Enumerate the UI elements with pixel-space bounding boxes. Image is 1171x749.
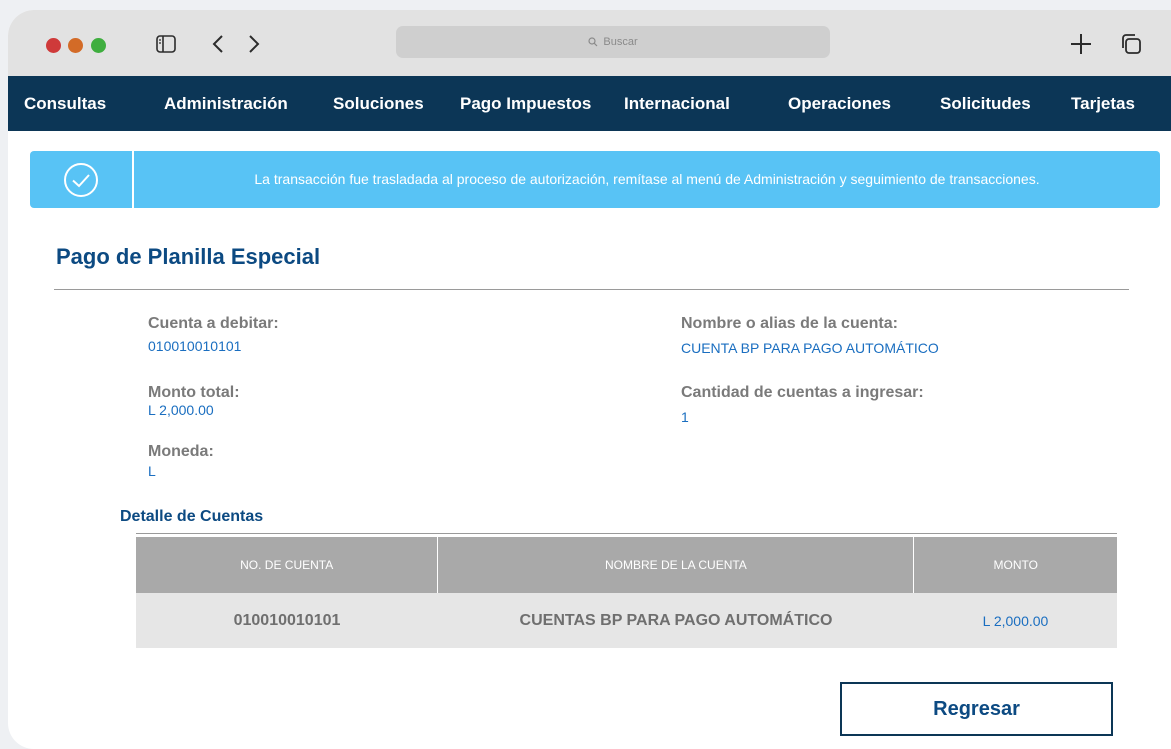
- search-icon: [588, 37, 598, 47]
- back-arrow-icon[interactable]: [208, 30, 228, 58]
- close-window-button[interactable]: [46, 38, 61, 53]
- tabs-overview-icon[interactable]: [1118, 30, 1144, 58]
- column-header-nombre-cuenta: NOMBRE DE LA CUENTA: [438, 537, 915, 593]
- nav-item-internacional[interactable]: Internacional: [624, 76, 730, 131]
- minimize-window-button[interactable]: [68, 38, 83, 53]
- browser-window: Buscar Consultas Administración Solucion…: [8, 10, 1171, 749]
- cuenta-debitar-value: 010010010101: [148, 338, 242, 354]
- page-title: Pago de Planilla Especial: [56, 244, 321, 269]
- maximize-window-button[interactable]: [91, 38, 106, 53]
- cell-nombre-cuenta: CUENTAS BP PARA PAGO AUTOMÁTICO: [519, 611, 833, 629]
- cuenta-debitar-label: Cuenta a debitar:: [148, 315, 279, 332]
- detalle-divider: [136, 533, 1117, 534]
- sidebar-toggle-icon[interactable]: [153, 30, 179, 58]
- nav-item-consultas[interactable]: Consultas: [24, 76, 106, 131]
- nav-item-pago-impuestos[interactable]: Pago Impuestos: [460, 76, 591, 131]
- nombre-alias-value: CUENTA BP PARA PAGO AUTOMÁTICO: [681, 340, 939, 356]
- address-search-bar[interactable]: Buscar: [396, 26, 830, 58]
- success-banner: La transacción fue trasladada al proceso…: [30, 151, 1160, 208]
- moneda-label: Moneda:: [148, 443, 214, 460]
- cell-monto: L 2,000.00: [982, 612, 1049, 629]
- moneda-value: L: [148, 463, 156, 479]
- nav-item-tarjetas[interactable]: Tarjetas: [1071, 76, 1135, 131]
- column-header-monto: MONTO: [993, 558, 1038, 572]
- regresar-button[interactable]: Regresar: [840, 682, 1113, 736]
- nav-item-soluciones[interactable]: Soluciones: [333, 76, 424, 131]
- nav-item-operaciones[interactable]: Operaciones: [788, 76, 891, 131]
- new-tab-plus-icon[interactable]: [1068, 30, 1094, 58]
- nav-item-solicitudes[interactable]: Solicitudes: [940, 76, 1031, 131]
- banner-message: La transacción fue trasladada al proceso…: [254, 171, 1040, 187]
- nav-item-administracion[interactable]: Administración: [164, 76, 288, 131]
- nombre-alias-label: Nombre o alias de la cuenta:: [681, 315, 898, 332]
- column-header-numero-cuenta: NO. DE CUENTA: [136, 537, 439, 593]
- table-header: NO. DE CUENTA NOMBRE DE LA CUENTA MONTO: [136, 537, 1117, 593]
- detalle-cuentas-table: NO. DE CUENTA NOMBRE DE LA CUENTA MONTO …: [136, 537, 1117, 648]
- detalle-cuentas-title: Detalle de Cuentas: [120, 508, 264, 525]
- cell-numero-cuenta: 010010010101: [233, 611, 341, 629]
- forward-arrow-icon[interactable]: [244, 30, 264, 58]
- check-circle-icon: [30, 151, 134, 208]
- browser-titlebar: Buscar: [8, 10, 1171, 76]
- title-divider: [54, 289, 1129, 290]
- monto-total-label: Monto total:: [148, 384, 240, 401]
- monto-total-value: L 2,000.00: [148, 402, 214, 418]
- table-row: 010010010101 CUENTAS BP PARA PAGO AUTOMÁ…: [136, 593, 1117, 648]
- cantidad-cuentas-value: 1: [681, 409, 689, 425]
- main-navbar: Consultas Administración Soluciones Pago…: [8, 76, 1171, 131]
- search-placeholder: Buscar: [603, 36, 638, 48]
- cantidad-cuentas-label: Cantidad de cuentas a ingresar:: [681, 384, 924, 401]
